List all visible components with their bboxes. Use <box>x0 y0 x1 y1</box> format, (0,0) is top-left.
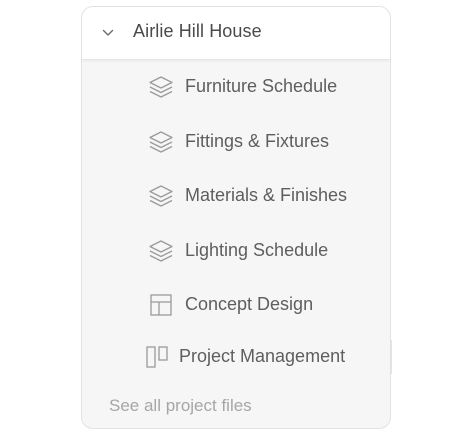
file-item-label: Materials & Finishes <box>185 185 348 205</box>
file-item-concept-design[interactable]: Concept Design <box>82 283 390 327</box>
project-header[interactable]: Airlie Hill House <box>82 7 390 60</box>
file-item-fittings-fixtures[interactable]: Fittings & Fixtures <box>82 120 390 164</box>
layout-icon <box>150 294 172 316</box>
scrollbar-track[interactable] <box>391 340 392 374</box>
layers-icon <box>149 240 173 262</box>
chevron-down-icon[interactable] <box>102 27 114 39</box>
file-item-label: Project Management <box>179 346 346 366</box>
file-item-label: Concept Design <box>185 294 314 314</box>
layers-icon <box>149 131 173 153</box>
file-item-materials-finishes[interactable]: Materials & Finishes <box>82 174 390 218</box>
file-item-label: Lighting Schedule <box>185 240 329 260</box>
file-item-furniture-schedule[interactable]: Furniture Schedule <box>82 65 390 109</box>
file-item-lighting-schedule[interactable]: Lighting Schedule <box>82 229 390 273</box>
layers-icon <box>149 185 173 207</box>
file-item-label: Fittings & Fixtures <box>185 131 330 151</box>
file-item-label: Furniture Schedule <box>185 76 338 96</box>
project-title: Airlie Hill House <box>133 21 262 41</box>
layers-icon <box>149 76 173 98</box>
see-all-files-link[interactable]: See all project files <box>109 396 252 416</box>
project-files-panel: Airlie Hill House Furniture Schedule Fit… <box>81 6 391 429</box>
file-item-project-management[interactable]: Project Management <box>82 335 390 379</box>
kanban-icon <box>146 346 168 368</box>
